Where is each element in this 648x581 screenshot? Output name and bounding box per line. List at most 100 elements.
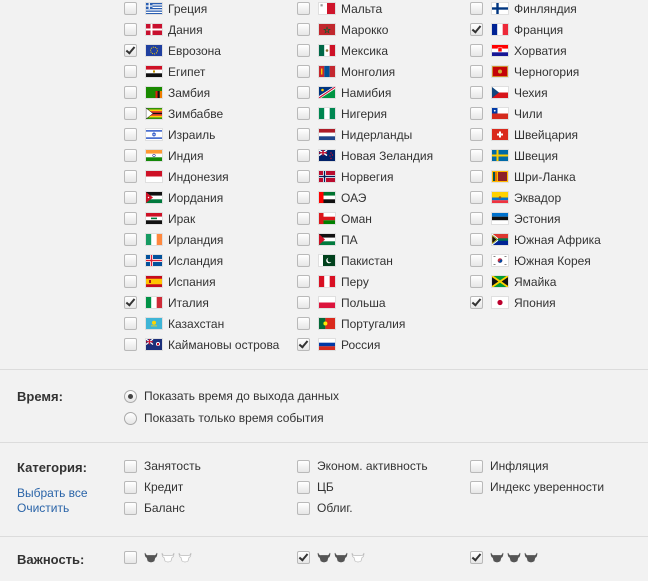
country-checkbox[interactable] [124, 296, 137, 309]
country-item[interactable]: Замбия [124, 82, 210, 103]
category-item[interactable]: Индекс уверенности [470, 480, 604, 494]
country-item[interactable]: Хорватия [470, 40, 567, 61]
category-item[interactable]: ЦБ [297, 480, 334, 494]
country-item[interactable]: Индия [124, 145, 203, 166]
country-item[interactable]: Южная Корея [470, 250, 591, 271]
country-checkbox[interactable] [297, 23, 310, 36]
category-checkbox[interactable] [297, 501, 310, 515]
country-checkbox[interactable] [470, 191, 483, 204]
country-item[interactable]: Франция [470, 19, 563, 40]
country-item[interactable]: Исландия [124, 250, 223, 271]
country-item[interactable]: Россия [297, 334, 380, 355]
country-item[interactable]: Мексика [297, 40, 388, 61]
country-item[interactable]: Иордания [124, 187, 223, 208]
country-checkbox[interactable] [124, 65, 137, 78]
country-item[interactable]: Мальта [297, 0, 382, 19]
country-checkbox[interactable] [470, 233, 483, 246]
country-item[interactable]: Черногория [470, 61, 579, 82]
country-item[interactable]: Ирландия [124, 229, 223, 250]
country-item[interactable]: Монголия [297, 61, 395, 82]
country-item[interactable]: Греция [124, 0, 207, 19]
country-checkbox[interactable] [297, 191, 310, 204]
country-item[interactable]: Япония [470, 292, 556, 313]
country-item[interactable]: Зимбабве [124, 103, 223, 124]
country-item[interactable]: Португалия [297, 313, 405, 334]
country-checkbox[interactable] [470, 296, 483, 309]
country-checkbox[interactable] [124, 275, 137, 288]
country-checkbox[interactable] [124, 128, 137, 141]
country-item[interactable]: Казахстан [124, 313, 224, 334]
country-item[interactable]: Оман [297, 208, 372, 229]
country-checkbox[interactable] [297, 275, 310, 288]
category-checkbox[interactable] [124, 501, 137, 515]
country-checkbox[interactable] [124, 107, 137, 120]
country-checkbox[interactable] [470, 254, 483, 267]
country-item[interactable]: Швейцария [470, 124, 578, 145]
country-item[interactable]: Чили [470, 103, 542, 124]
country-item[interactable]: Эстония [470, 208, 561, 229]
category-item[interactable]: Баланс [124, 501, 185, 515]
time-option-before-release[interactable]: Показать время до выхода данных [124, 389, 339, 403]
country-item[interactable]: Ямайка [470, 271, 556, 292]
country-item[interactable]: Дания [124, 19, 203, 40]
country-checkbox[interactable] [124, 233, 137, 246]
importance-level-2[interactable] [297, 551, 365, 564]
country-checkbox[interactable] [124, 338, 137, 351]
country-checkbox[interactable] [470, 23, 483, 36]
country-checkbox[interactable] [124, 170, 137, 183]
country-item[interactable]: Финляндия [470, 0, 577, 19]
category-item[interactable]: Эконом. активность [297, 459, 428, 473]
radio-button[interactable] [124, 389, 137, 403]
country-checkbox[interactable] [124, 317, 137, 330]
country-item[interactable]: Еврозона [124, 40, 221, 61]
country-checkbox[interactable] [470, 2, 483, 15]
country-checkbox[interactable] [297, 338, 310, 351]
country-item[interactable]: Норвегия [297, 166, 394, 187]
country-checkbox[interactable] [124, 149, 137, 162]
category-checkbox[interactable] [297, 480, 310, 494]
radio-button[interactable] [124, 411, 137, 425]
country-checkbox[interactable] [470, 128, 483, 141]
importance-level-1[interactable] [124, 551, 192, 564]
country-checkbox[interactable] [297, 107, 310, 120]
select-all-link[interactable]: Выбрать все [17, 486, 88, 500]
country-checkbox[interactable] [297, 170, 310, 183]
country-item[interactable]: Италия [124, 292, 209, 313]
country-checkbox[interactable] [470, 170, 483, 183]
country-item[interactable]: Чехия [470, 82, 548, 103]
country-checkbox[interactable] [124, 2, 137, 15]
category-item[interactable]: Занятость [124, 459, 201, 473]
country-checkbox[interactable] [297, 296, 310, 309]
country-item[interactable]: Египет [124, 61, 205, 82]
country-checkbox[interactable] [297, 65, 310, 78]
country-item[interactable]: Нидерланды [297, 124, 412, 145]
country-checkbox[interactable] [297, 86, 310, 99]
country-checkbox[interactable] [470, 65, 483, 78]
country-checkbox[interactable] [470, 275, 483, 288]
country-checkbox[interactable] [297, 317, 310, 330]
country-checkbox[interactable] [470, 149, 483, 162]
category-item[interactable]: Кредит [124, 480, 183, 494]
country-checkbox[interactable] [124, 86, 137, 99]
country-item[interactable]: Пакистан [297, 250, 393, 271]
country-item[interactable]: ПА [297, 229, 358, 250]
category-item[interactable]: Инфляция [470, 459, 548, 473]
country-item[interactable]: Эквадор [470, 187, 561, 208]
country-checkbox[interactable] [297, 149, 310, 162]
country-item[interactable]: Индонезия [124, 166, 229, 187]
country-item[interactable]: Испания [124, 271, 216, 292]
category-checkbox[interactable] [124, 480, 137, 494]
country-item[interactable]: Польша [297, 292, 386, 313]
importance-checkbox[interactable] [470, 551, 483, 564]
importance-checkbox[interactable] [124, 551, 137, 564]
country-checkbox[interactable] [297, 212, 310, 225]
country-checkbox[interactable] [297, 128, 310, 141]
category-checkbox[interactable] [470, 459, 483, 473]
country-checkbox[interactable] [124, 23, 137, 36]
importance-checkbox[interactable] [297, 551, 310, 564]
country-item[interactable]: Израиль [124, 124, 215, 145]
country-item[interactable]: Каймановы острова [124, 334, 279, 355]
country-checkbox[interactable] [297, 254, 310, 267]
country-checkbox[interactable] [470, 44, 483, 57]
country-item[interactable]: Марокко [297, 19, 388, 40]
